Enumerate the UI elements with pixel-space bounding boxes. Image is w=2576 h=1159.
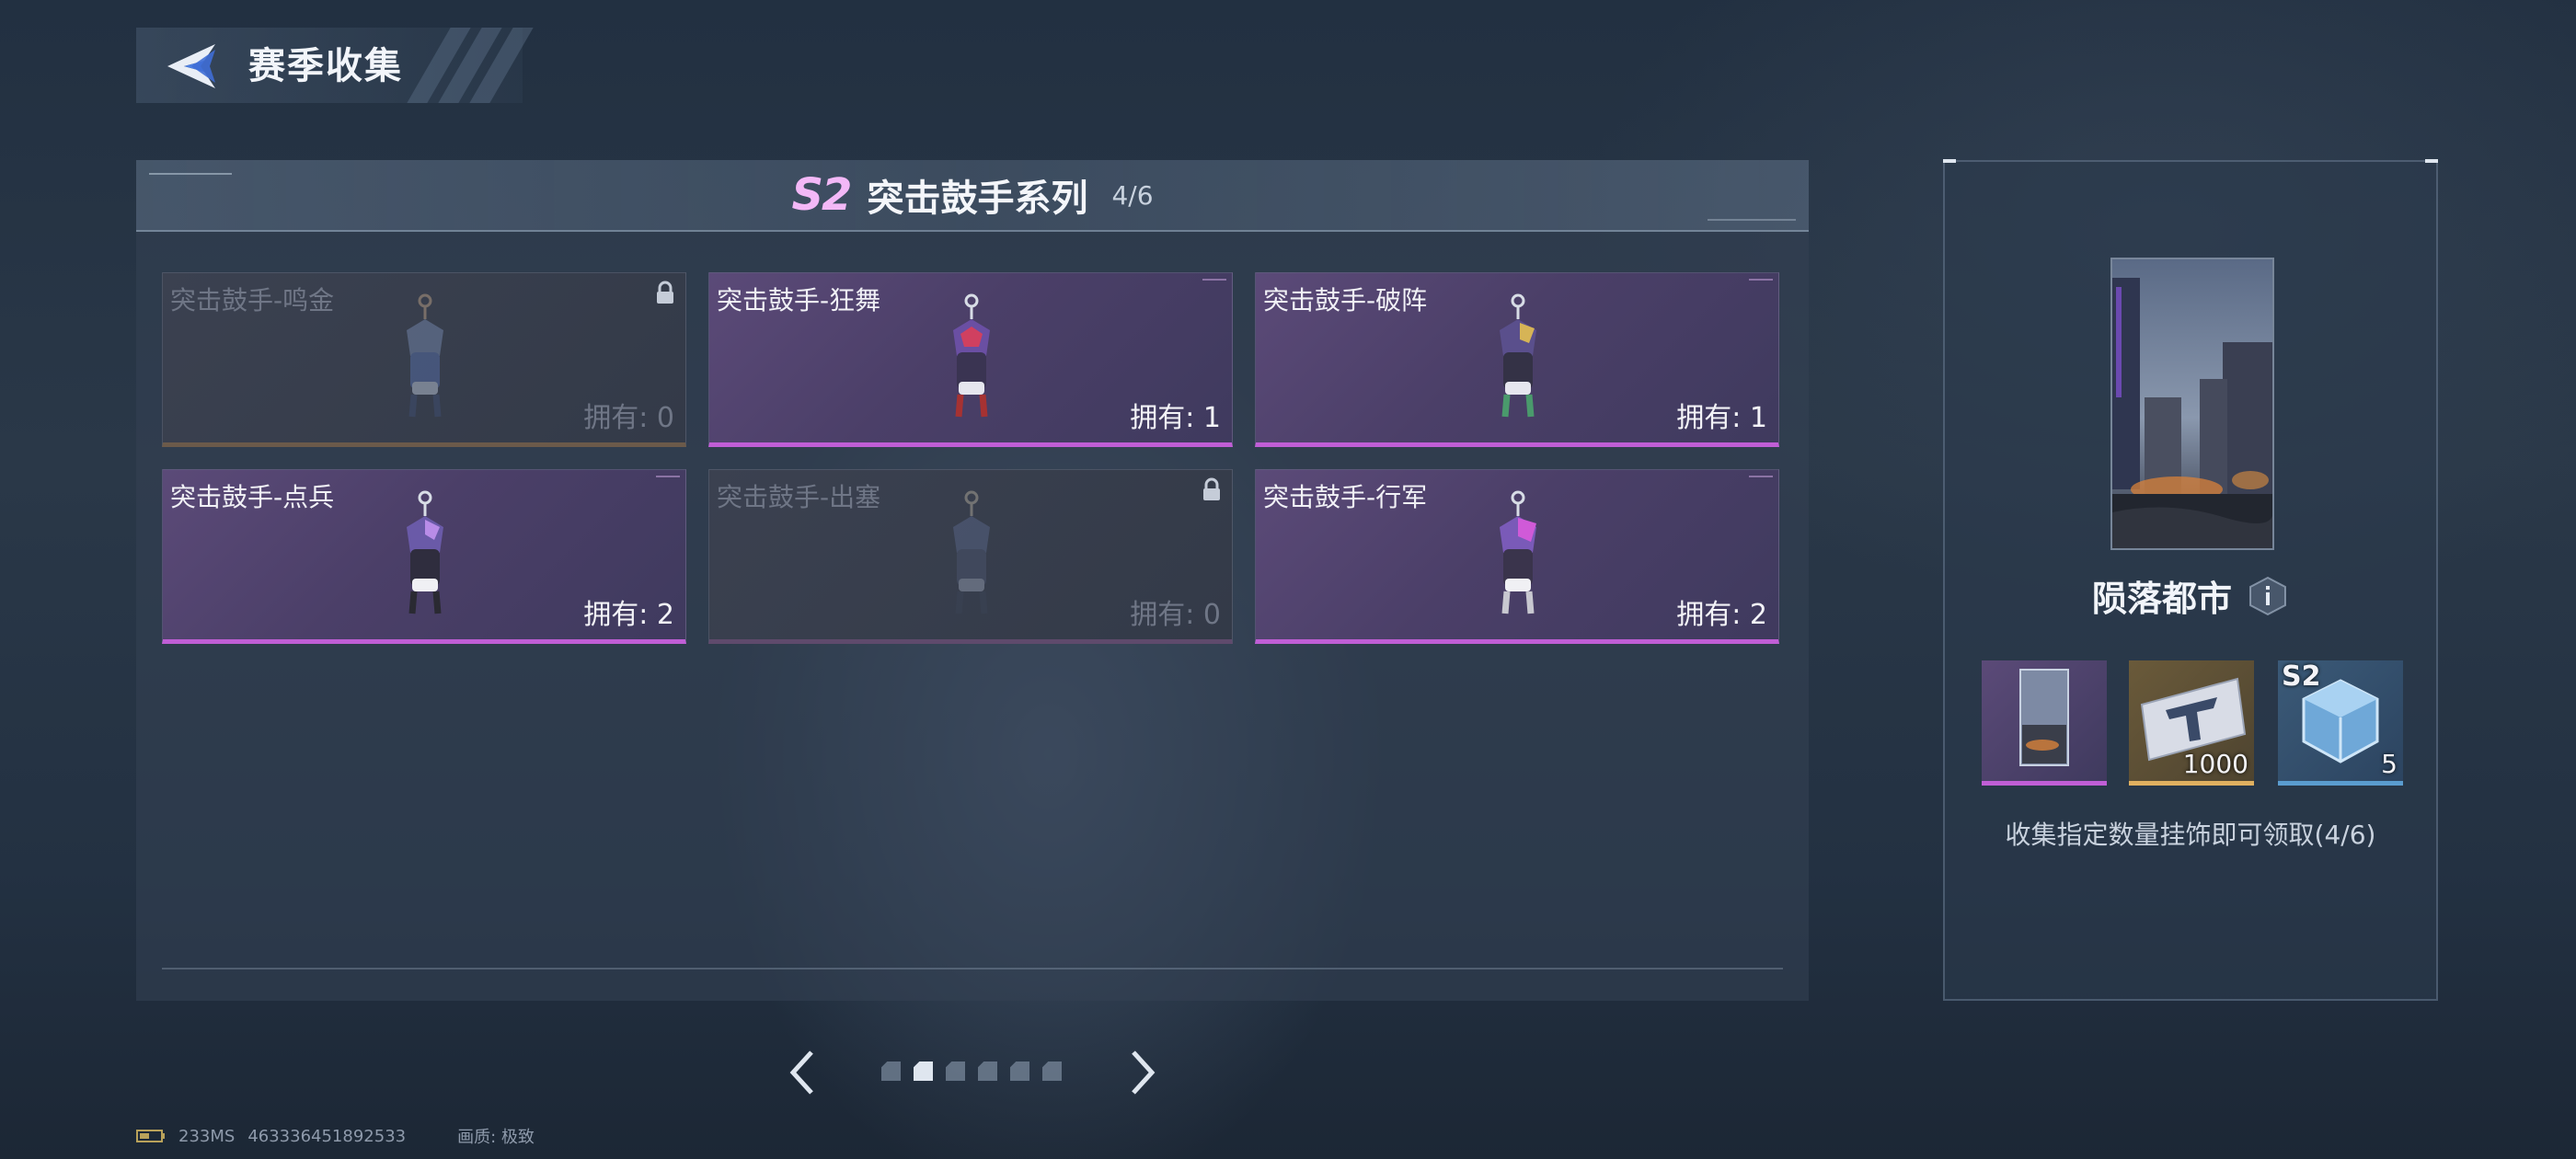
drummer-charm-icon bbox=[407, 293, 443, 418]
page-dot[interactable] bbox=[946, 1061, 965, 1081]
charm-card[interactable]: 突击鼓手-出塞 拥有: 0 bbox=[708, 469, 1233, 644]
charm-name: 突击鼓手-狂舞 bbox=[717, 285, 881, 316]
lock-icon bbox=[657, 281, 673, 304]
ping-value: 233MS bbox=[178, 1126, 236, 1146]
reward-preview-image[interactable] bbox=[2110, 258, 2274, 550]
city-card-icon bbox=[2019, 669, 2069, 766]
page-dot[interactable] bbox=[881, 1061, 901, 1081]
owned-count: 拥有: 0 bbox=[583, 402, 674, 434]
panel-corner-decoration bbox=[1943, 159, 1956, 163]
graphics-quality: 画质: 极致 bbox=[457, 1128, 535, 1147]
back-arrow-icon[interactable] bbox=[164, 40, 223, 92]
chevron-left-icon[interactable] bbox=[784, 1045, 821, 1100]
page-dot-active[interactable] bbox=[914, 1061, 933, 1081]
panel-divider bbox=[162, 968, 1783, 970]
page-dot[interactable] bbox=[978, 1061, 997, 1081]
reward-item[interactable]: S2 5 bbox=[2278, 660, 2403, 786]
owned-count: 拥有: 2 bbox=[1676, 599, 1767, 631]
series-name: 突击鼓手系列 bbox=[867, 178, 1088, 220]
status-footer: 233MS 463336451892533 画质: 极致 bbox=[136, 1124, 535, 1148]
page-indicator bbox=[881, 1061, 1062, 1081]
owned-count: 拥有: 1 bbox=[1676, 402, 1767, 434]
card-corner-decoration bbox=[1749, 279, 1773, 281]
charm-name: 突击鼓手-出塞 bbox=[717, 482, 881, 512]
charm-name: 突击鼓手-鸣金 bbox=[170, 285, 335, 316]
page-header: 赛季收集 bbox=[136, 28, 534, 103]
page-dot[interactable] bbox=[1010, 1061, 1029, 1081]
lock-icon bbox=[1203, 477, 1220, 500]
drummer-charm-icon bbox=[1500, 490, 1536, 614]
reward-hint: 收集指定数量挂饰即可领取(4/6) bbox=[2005, 820, 2376, 850]
drummer-charm-icon bbox=[953, 490, 990, 614]
page-title: 赛季收集 bbox=[248, 45, 403, 87]
card-corner-decoration bbox=[1749, 476, 1773, 477]
drummer-charm-icon bbox=[407, 490, 443, 614]
drummer-charm-icon bbox=[953, 293, 990, 418]
owned-count: 拥有: 0 bbox=[1130, 599, 1221, 631]
info-icon[interactable] bbox=[2247, 575, 2289, 617]
charm-card[interactable]: 突击鼓手-破阵 拥有: 1 bbox=[1255, 272, 1779, 447]
user-id: 463336451892533 bbox=[247, 1126, 407, 1146]
owned-count: 拥有: 1 bbox=[1130, 402, 1221, 434]
card-corner-decoration bbox=[1202, 279, 1226, 281]
panel-corner-decoration bbox=[2425, 159, 2438, 163]
charm-name: 突击鼓手-点兵 bbox=[170, 482, 335, 512]
season-tag: S2 bbox=[2282, 660, 2321, 693]
drummer-charm-icon bbox=[1500, 293, 1536, 418]
reward-quantity: 5 bbox=[2381, 749, 2398, 779]
battery-icon bbox=[136, 1130, 165, 1142]
owned-count: 拥有: 2 bbox=[583, 599, 674, 631]
series-progress: 4/6 bbox=[1111, 179, 1154, 211]
charm-name: 突击鼓手-行军 bbox=[1263, 482, 1428, 512]
reward-item[interactable] bbox=[1982, 660, 2107, 786]
ruined-city-image bbox=[2112, 259, 2272, 548]
charm-name: 突击鼓手-破阵 bbox=[1263, 285, 1428, 316]
charm-card[interactable]: 突击鼓手-狂舞 拥有: 1 bbox=[708, 272, 1233, 447]
page-dot[interactable] bbox=[1042, 1061, 1062, 1081]
collection-panel: S2 突击鼓手系列 4/6 突击鼓手-鸣金 拥有: 0 突击鼓手-狂舞 拥有: … bbox=[136, 160, 1809, 1001]
charm-card[interactable]: 突击鼓手-行军 拥有: 2 bbox=[1255, 469, 1779, 644]
series-header: S2 突击鼓手系列 4/6 bbox=[136, 160, 1809, 232]
charm-card[interactable]: 突击鼓手-点兵 拥有: 2 bbox=[162, 469, 686, 644]
reward-item[interactable]: 1000 bbox=[2129, 660, 2254, 786]
season-logo: S2 bbox=[791, 169, 852, 221]
card-corner-decoration bbox=[656, 476, 680, 477]
reward-panel: 陨落都市 1000 S2 5 收集指定数量挂饰即可领取(4/6) bbox=[1943, 159, 2438, 1001]
reward-name: 陨落都市 bbox=[2091, 579, 2232, 619]
chevron-right-icon[interactable] bbox=[1124, 1045, 1161, 1100]
reward-quantity: 1000 bbox=[2182, 749, 2248, 779]
charm-card[interactable]: 突击鼓手-鸣金 拥有: 0 bbox=[162, 272, 686, 447]
